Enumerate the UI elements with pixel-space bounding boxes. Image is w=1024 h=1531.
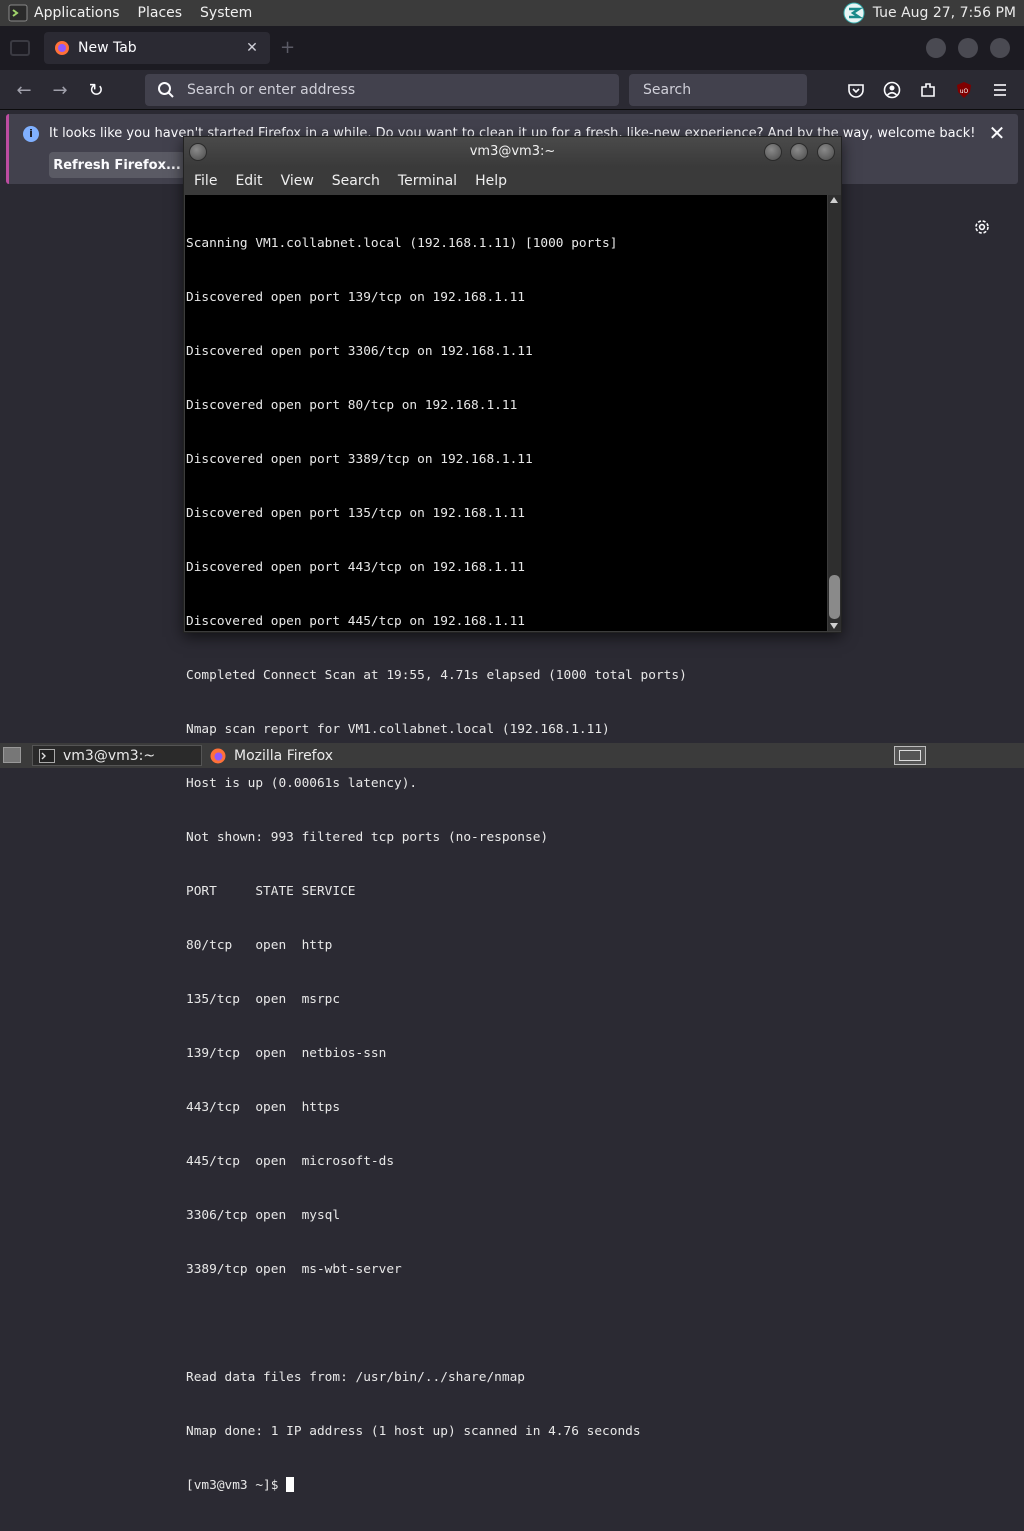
terminal-menubar: File Edit View Search Terminal Help <box>184 167 841 195</box>
firefox-tabbar: New Tab ✕ + <box>0 26 1024 70</box>
terminal-line: Discovered open port 135/tcp on 192.168.… <box>186 506 525 521</box>
svg-text:uO: uO <box>960 88 969 95</box>
terminal-line: Host is up (0.00061s latency). <box>186 776 418 791</box>
reload-icon[interactable]: ↻ <box>84 78 108 102</box>
terminal-line: Completed Connect Scan at 19:55, 4.71s e… <box>186 668 687 683</box>
terminal-line: PORT STATE SERVICE <box>186 884 356 899</box>
terminal-line: 445/tcp open microsoft-ds <box>186 1154 395 1169</box>
forward-icon[interactable]: → <box>48 78 72 102</box>
taskbar-label: Mozilla Firefox <box>234 747 334 764</box>
window-menu-button[interactable] <box>189 143 207 161</box>
url-bar[interactable] <box>145 74 619 106</box>
minimize-button[interactable] <box>926 38 946 58</box>
menu-edit[interactable]: Edit <box>235 173 262 189</box>
maximize-button[interactable] <box>790 143 808 161</box>
terminal-line: Discovered open port 139/tcp on 192.168.… <box>186 290 525 305</box>
firefox-icon <box>210 748 226 763</box>
terminal-title: vm3@vm3:~ <box>469 144 556 159</box>
new-tab-icon[interactable]: + <box>280 39 296 57</box>
terminal-line: 3389/tcp open ms-wbt-server <box>186 1262 402 1277</box>
close-button[interactable] <box>817 143 835 161</box>
terminal-line: 3306/tcp open mysql <box>186 1208 341 1223</box>
back-icon[interactable]: ← <box>12 78 36 102</box>
network-icon[interactable] <box>843 2 865 24</box>
menu-view[interactable]: View <box>281 173 314 189</box>
ublock-origin-icon[interactable]: uO <box>954 80 974 100</box>
close-window-button[interactable] <box>990 38 1010 58</box>
menu-terminal[interactable]: Terminal <box>398 173 457 189</box>
tab-new-tab[interactable]: New Tab ✕ <box>44 32 270 64</box>
terminal-titlebar[interactable]: vm3@vm3:~ <box>184 137 841 167</box>
minimize-button[interactable] <box>764 143 782 161</box>
terminal-line: 443/tcp open https <box>186 1100 341 1115</box>
terminal-prompt: [vm3@vm3 ~]$ <box>186 1478 287 1493</box>
terminal-line: Discovered open port 3306/tcp on 192.168… <box>186 344 533 359</box>
places-menu[interactable]: Places <box>138 5 183 21</box>
terminal-line: Scanning VM1.collabnet.local (192.168.1.… <box>186 236 618 251</box>
taskbar-item-firefox[interactable]: Mozilla Firefox <box>204 745 374 766</box>
menu-search[interactable]: Search <box>332 173 380 189</box>
terminal-prompt-line: [vm3@vm3 ~]$ <box>186 1477 687 1495</box>
applications-menu[interactable]: Applications <box>34 5 120 21</box>
firefox-icon <box>55 41 69 55</box>
terminal-screen[interactable]: Scanning VM1.collabnet.local (192.168.1.… <box>185 195 827 1493</box>
terminal-output: Scanning VM1.collabnet.local (192.168.1.… <box>186 199 687 1531</box>
terminal-line: 139/tcp open netbios-ssn <box>186 1046 387 1061</box>
firefox-window-controls <box>926 38 1010 58</box>
info-icon: i <box>23 126 39 142</box>
tab-title: New Tab <box>78 40 137 56</box>
terminal-icon <box>39 748 55 763</box>
scroll-down-icon[interactable] <box>830 623 838 629</box>
terminal-line: 80/tcp open http <box>186 938 333 953</box>
menu-file[interactable]: File <box>194 173 217 189</box>
url-input[interactable] <box>187 82 619 98</box>
clock[interactable]: Tue Aug 27, 7:56 PM <box>873 5 1016 21</box>
tab-close-icon[interactable]: ✕ <box>242 38 262 58</box>
top-panel: Applications Places System Tue Aug 27, 7… <box>0 0 1024 26</box>
terminal-line: Nmap scan report for VM1.collabnet.local… <box>186 722 610 737</box>
terminal-line: 135/tcp open msrpc <box>186 992 341 1007</box>
terminal-line: Discovered open port 443/tcp on 192.168.… <box>186 560 525 575</box>
terminal-line: Nmap done: 1 IP address (1 host up) scan… <box>186 1424 641 1439</box>
search-input[interactable] <box>643 82 817 98</box>
workspace-switcher[interactable] <box>894 746 926 765</box>
firefox-navbar: ← → ↻ uO <box>0 70 1024 110</box>
terminal-line: Discovered open port 80/tcp on 192.168.1… <box>186 398 518 413</box>
close-notification-icon[interactable]: ✕ <box>986 122 1008 144</box>
hamburger-menu-icon[interactable] <box>990 80 1010 100</box>
terminal-scrollbar[interactable] <box>828 195 841 631</box>
menu-help[interactable]: Help <box>475 173 507 189</box>
workspace-thumbnail <box>899 750 921 761</box>
terminal-line: ​ <box>186 1315 687 1333</box>
show-desktop-icon[interactable] <box>3 747 21 763</box>
taskbar-label: vm3@vm3:~ <box>63 747 156 764</box>
terminal-line: Read data files from: /usr/bin/../share/… <box>186 1370 525 1385</box>
scroll-up-icon[interactable] <box>830 197 838 203</box>
refresh-firefox-button[interactable]: Refresh Firefox... <box>49 152 185 178</box>
search-icon <box>158 82 174 98</box>
search-bar[interactable] <box>629 74 817 106</box>
taskbar-item-terminal[interactable]: vm3@vm3:~ <box>32 745 202 766</box>
terminal-line: Discovered open port 445/tcp on 192.168.… <box>186 614 525 629</box>
firefox-view-icon[interactable] <box>10 40 30 56</box>
pocket-icon[interactable] <box>846 80 866 100</box>
terminal-line: Discovered open port 3389/tcp on 192.168… <box>186 452 533 467</box>
scrollbar-thumb[interactable] <box>829 575 840 619</box>
terminal-line: Not shown: 993 filtered tcp ports (no-re… <box>186 830 549 845</box>
maximize-button[interactable] <box>958 38 978 58</box>
bottom-panel: vm3@vm3:~ Mozilla Firefox <box>0 743 1024 768</box>
terminal-cursor <box>286 1477 295 1492</box>
account-icon[interactable] <box>882 80 902 100</box>
terminal-window: vm3@vm3:~ File Edit View Search Terminal… <box>183 136 842 1493</box>
system-menu[interactable]: System <box>200 5 252 21</box>
gear-icon[interactable] <box>972 217 992 237</box>
extensions-icon[interactable] <box>918 80 938 100</box>
terminal-app-icon[interactable] <box>8 3 28 23</box>
